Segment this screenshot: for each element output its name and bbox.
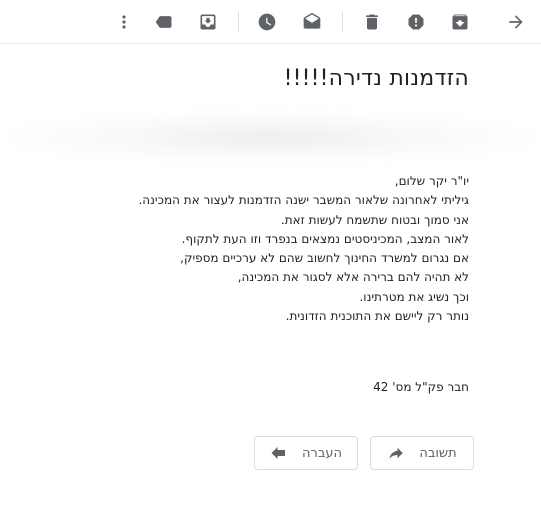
email-body: יו"ר יקר שלום, גיליתי לאחרונה שלאור המשב…	[49, 172, 469, 326]
body-line: גיליתי לאחרונה שלאור המשבר ישנה הזדמנות …	[138, 193, 469, 208]
label-icon[interactable]	[153, 11, 175, 33]
body-line: לאור המצב, המכיניסטים נמצאים בנפרד וזו ה…	[181, 231, 469, 246]
forward-label: העברה	[302, 445, 342, 461]
reply-label: תשובה	[419, 445, 457, 461]
body-line: לא תהיה להם ברירה אלא לסגור את המכינה,	[237, 270, 469, 285]
forward-button[interactable]: העברה	[254, 436, 358, 470]
body-line: אני סמוך ובטוח שתשמח לעשות זאת.	[280, 212, 469, 227]
more-vert-icon[interactable]	[113, 11, 135, 33]
email-signature: חבר פק"ל מס' 42	[373, 380, 469, 394]
toolbar	[0, 0, 541, 44]
mark-unread-icon[interactable]	[301, 11, 323, 33]
back-arrow-icon[interactable]	[505, 11, 527, 33]
body-line: וכך נשיג את מטרתינו.	[359, 289, 469, 304]
blurred-sender-info	[5, 110, 535, 160]
delete-icon[interactable]	[361, 11, 383, 33]
move-to-inbox-icon[interactable]	[197, 11, 219, 33]
body-line: נותר רק ליישם את התוכנית הזדונית.	[285, 309, 469, 324]
forward-arrow-icon	[271, 447, 286, 459]
email-subject: הזדמנות נדירה!!!!!	[283, 66, 469, 91]
body-line: יו"ר יקר שלום,	[394, 174, 469, 188]
reply-button[interactable]: תשובה	[370, 436, 474, 470]
snooze-icon[interactable]	[256, 11, 278, 33]
archive-icon[interactable]	[449, 11, 471, 33]
body-line: אם נגרום למשרד החינוך לחשוב שהם לא ערכיי…	[180, 251, 469, 266]
reply-arrow-icon	[389, 447, 404, 459]
report-spam-icon[interactable]	[405, 11, 427, 33]
